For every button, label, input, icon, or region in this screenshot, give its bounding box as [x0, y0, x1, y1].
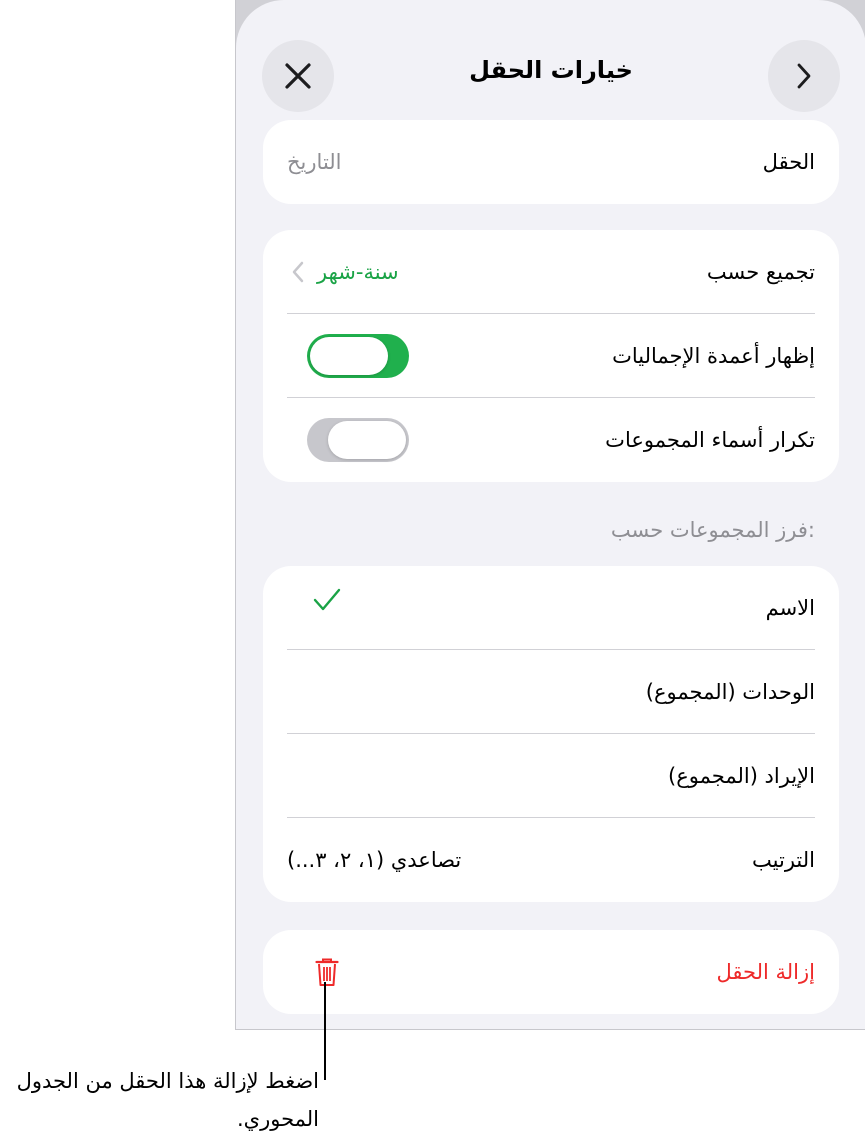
- close-button[interactable]: [262, 40, 334, 112]
- sort-option-label: الاسم: [765, 596, 815, 620]
- callout-line: [324, 982, 326, 1080]
- chevron-left-icon: [292, 261, 304, 283]
- checkmark-icon: [313, 588, 341, 611]
- field-card: الحقل التاريخ: [263, 120, 839, 204]
- sheet-title: خيارات الحقل: [469, 56, 633, 84]
- remove-field-button[interactable]: إزالة الحقل: [263, 930, 839, 1014]
- field-row: الحقل التاريخ: [263, 120, 839, 204]
- sort-option-label: الوحدات (المجموع): [645, 680, 815, 704]
- sort-option-revenue[interactable]: الإيراد (المجموع): [263, 734, 839, 818]
- field-label: الحقل: [762, 150, 815, 174]
- sort-option-name[interactable]: الاسم: [263, 566, 839, 650]
- sort-order-label: الترتيب: [752, 848, 815, 872]
- remove-field-card: إزالة الحقل: [263, 930, 839, 1014]
- field-options-sheet: خيارات الحقل الحقل التاريخ تجميع حسب سنة: [236, 0, 865, 1029]
- repeat-names-row: تكرار أسماء المجموعات: [263, 398, 839, 482]
- trash-icon[interactable]: [315, 957, 339, 987]
- field-options-panel: خيارات الحقل الحقل التاريخ تجميع حسب سنة: [235, 0, 865, 1030]
- grouping-card: تجميع حسب سنة-شهر إظهار أعمدة الإجماليات…: [263, 230, 839, 482]
- group-by-row[interactable]: تجميع حسب سنة-شهر: [263, 230, 839, 314]
- sort-section-header: فرز المجموعات حسب:: [610, 518, 815, 542]
- group-by-label: تجميع حسب: [706, 260, 815, 284]
- close-icon: [285, 63, 311, 89]
- field-value: التاريخ: [287, 150, 342, 174]
- sort-option-units[interactable]: الوحدات (المجموع): [263, 650, 839, 734]
- sort-order-row[interactable]: الترتيب تصاعدي (١، ٢، ٣...): [263, 818, 839, 902]
- remove-field-label: إزالة الحقل: [716, 960, 815, 984]
- sort-order-value[interactable]: تصاعدي (١، ٢، ٣...): [287, 848, 461, 872]
- show-totals-toggle[interactable]: [307, 334, 409, 378]
- group-by-value-link[interactable]: سنة-شهر: [291, 260, 399, 284]
- show-totals-row: إظهار أعمدة الإجماليات: [263, 314, 839, 398]
- group-by-value: سنة-شهر: [317, 260, 399, 284]
- repeat-names-toggle[interactable]: [307, 418, 409, 462]
- chevron-right-icon: [797, 63, 811, 89]
- show-totals-label: إظهار أعمدة الإجماليات: [612, 344, 815, 368]
- sort-card: الاسم الوحدات (المجموع) الإيراد (المجموع…: [263, 566, 839, 902]
- sort-option-label: الإيراد (المجموع): [668, 764, 815, 788]
- toggle-knob: [310, 337, 388, 375]
- repeat-names-label: تكرار أسماء المجموعات: [605, 428, 815, 452]
- callout-text: اضغط لإزالة هذا الحقل من الجدول المحوري.: [16, 1069, 319, 1131]
- back-button[interactable]: [768, 40, 840, 112]
- toggle-knob: [328, 421, 406, 459]
